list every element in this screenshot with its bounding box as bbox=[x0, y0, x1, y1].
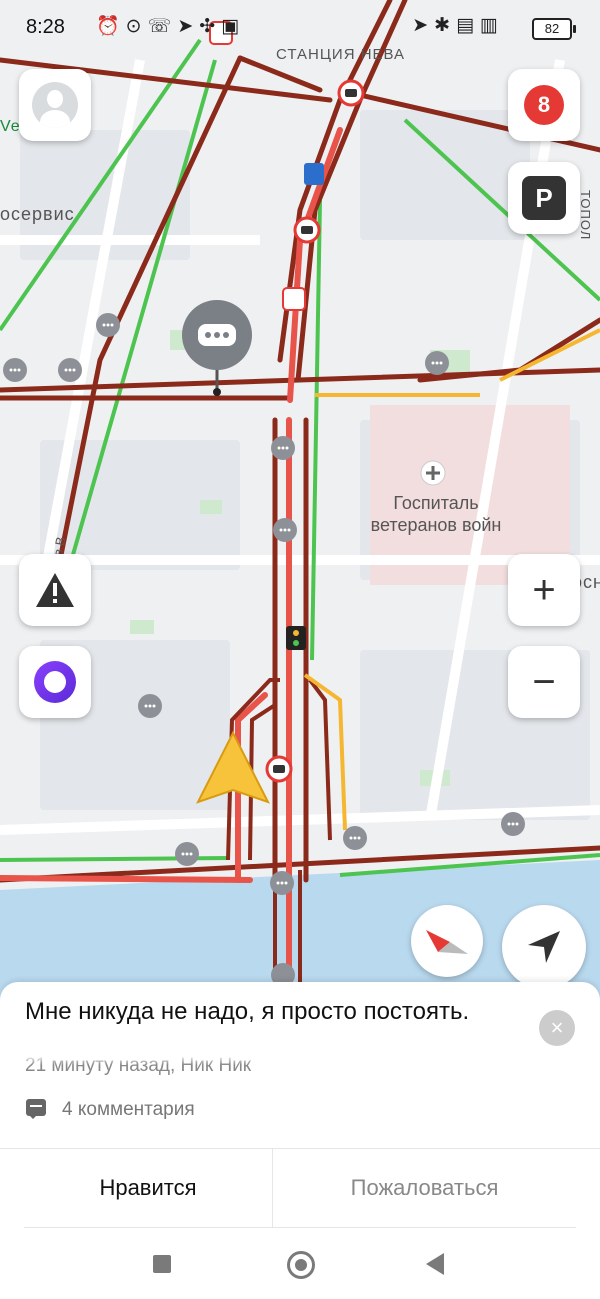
divider-bottom bbox=[24, 1227, 576, 1228]
system-nav-bar bbox=[0, 1229, 600, 1299]
lane-sign-icon bbox=[304, 163, 324, 185]
zoom-out-button[interactable]: − bbox=[508, 646, 580, 718]
report-button[interactable]: Пожаловаться bbox=[273, 1149, 576, 1227]
home-button[interactable] bbox=[287, 1251, 315, 1279]
comments-count-link[interactable]: 4 комментария bbox=[62, 1099, 195, 1121]
system-icons: ➤✱▤▥ bbox=[412, 15, 504, 36]
hospital-label: Госпиталь ветеранов войн bbox=[356, 492, 516, 536]
station-label: СТАНЦИЯ НЕВА bbox=[276, 46, 406, 63]
like-button[interactable]: Нравится bbox=[24, 1149, 272, 1227]
car-camera-icon-2 bbox=[282, 287, 306, 311]
street-edge-label: ТОПОЛ bbox=[578, 190, 593, 241]
recents-button[interactable] bbox=[153, 1255, 171, 1273]
actions-row: Нравится Пожаловаться bbox=[24, 1149, 576, 1227]
comments-icon bbox=[26, 1099, 46, 1119]
alice-assistant-button[interactable] bbox=[19, 646, 91, 718]
parking-icon: P bbox=[522, 176, 566, 220]
back-button[interactable] bbox=[426, 1253, 444, 1275]
battery-indicator: 82 bbox=[532, 18, 576, 40]
traffic-light-icon bbox=[286, 626, 306, 650]
fade-overlay bbox=[0, 1055, 600, 1065]
warning-icon bbox=[36, 573, 74, 607]
traffic-score-badge: 8 bbox=[524, 85, 564, 125]
zoom-in-button[interactable]: + bbox=[508, 554, 580, 626]
notification-icons: ⏰⊙☏➤✣▣ bbox=[96, 16, 246, 37]
my-location-button[interactable] bbox=[502, 905, 586, 989]
status-time: 8:28 bbox=[26, 16, 65, 38]
traffic-level-button[interactable]: 8 bbox=[508, 69, 580, 141]
report-event-button[interactable] bbox=[19, 554, 91, 626]
close-button[interactable]: × bbox=[539, 1010, 575, 1046]
service-label: осервис bbox=[0, 204, 75, 224]
profile-button[interactable] bbox=[19, 69, 91, 141]
comment-text: Мне никуда не надо, я просто постоять. bbox=[25, 998, 470, 1025]
hospital-line2: ветеранов войн bbox=[370, 515, 502, 535]
compass-button[interactable] bbox=[411, 905, 483, 977]
avatar bbox=[32, 82, 78, 128]
navigation-arrow-icon bbox=[528, 931, 560, 963]
alice-icon bbox=[34, 661, 76, 703]
hospital-line1: Госпиталь bbox=[393, 493, 479, 513]
parking-button[interactable]: P bbox=[508, 162, 580, 234]
compass-icon bbox=[426, 930, 468, 954]
